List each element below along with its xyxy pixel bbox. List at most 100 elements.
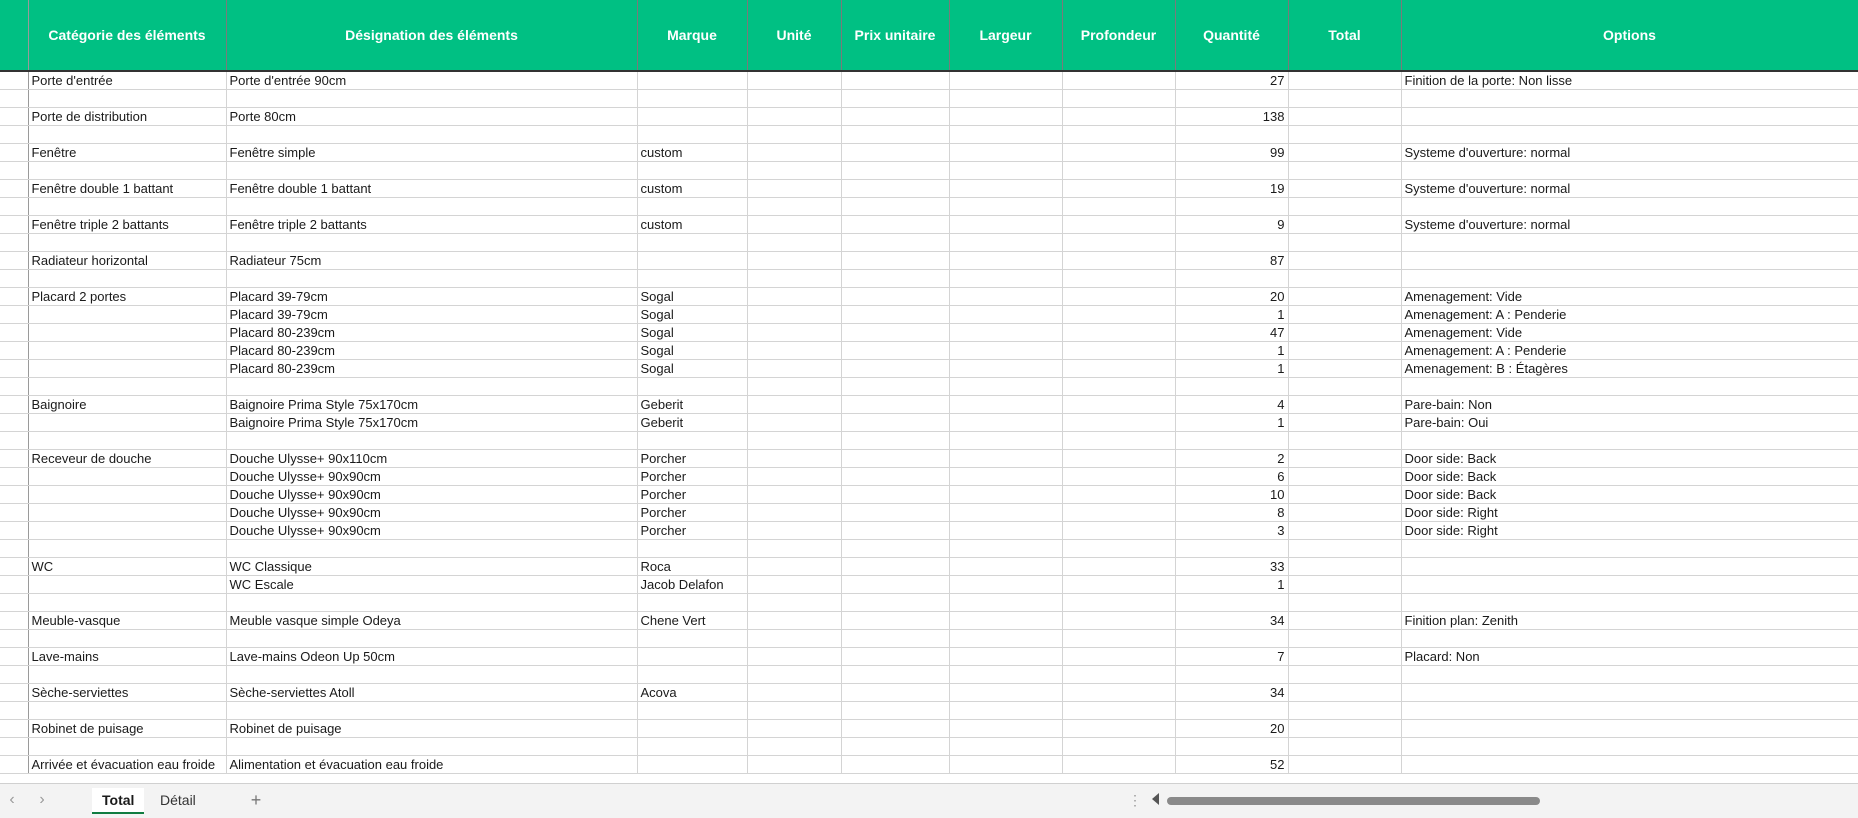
- cell-categorie[interactable]: [28, 233, 227, 252]
- row-header[interactable]: [0, 215, 29, 234]
- cell-categorie[interactable]: Arrivée et évacuation eau froide: [28, 755, 227, 774]
- cell-options[interactable]: Door side: Back: [1401, 449, 1858, 468]
- cell-largeur[interactable]: [949, 179, 1063, 198]
- header-options[interactable]: Options: [1401, 0, 1858, 72]
- cell-prix-unitaire[interactable]: [841, 485, 950, 504]
- cell-designation[interactable]: Placard 80-239cm: [226, 323, 638, 342]
- cell-total[interactable]: [1288, 179, 1402, 198]
- cell-options[interactable]: Amenagement: Vide: [1401, 323, 1858, 342]
- cell-profondeur[interactable]: [1062, 107, 1176, 126]
- cell-marque[interactable]: [637, 665, 748, 684]
- cell-marque[interactable]: Porcher: [637, 449, 748, 468]
- cell-profondeur[interactable]: [1062, 89, 1176, 108]
- cell-prix-unitaire[interactable]: [841, 71, 950, 90]
- cell-quantite[interactable]: 1: [1175, 341, 1289, 360]
- header-designation[interactable]: Désignation des éléments: [226, 0, 638, 72]
- cell-categorie[interactable]: [28, 341, 227, 360]
- cell-designation[interactable]: Baignoire Prima Style 75x170cm: [226, 395, 638, 414]
- header-largeur[interactable]: Largeur: [949, 0, 1063, 72]
- cell-quantite[interactable]: 1: [1175, 359, 1289, 378]
- cell-largeur[interactable]: [949, 557, 1063, 576]
- cell-prix-unitaire[interactable]: [841, 467, 950, 486]
- row-header[interactable]: [0, 179, 29, 198]
- tab-detail[interactable]: Détail: [150, 788, 206, 812]
- cell-categorie[interactable]: Robinet de puisage: [28, 719, 227, 738]
- cell-designation[interactable]: Porte 80cm: [226, 107, 638, 126]
- cell-categorie[interactable]: [28, 521, 227, 540]
- cell-quantite[interactable]: 20: [1175, 719, 1289, 738]
- cell-categorie[interactable]: [28, 413, 227, 432]
- cell-largeur[interactable]: [949, 125, 1063, 144]
- cell-categorie[interactable]: Lave-mains: [28, 647, 227, 666]
- cell-total[interactable]: [1288, 701, 1402, 720]
- cell-designation[interactable]: Douche Ulysse+ 90x90cm: [226, 521, 638, 540]
- cell-unite[interactable]: [747, 575, 842, 594]
- cell-prix-unitaire[interactable]: [841, 737, 950, 756]
- cell-unite[interactable]: [747, 305, 842, 324]
- cell-quantite[interactable]: 10: [1175, 485, 1289, 504]
- cell-designation[interactable]: Porte d'entrée 90cm: [226, 71, 638, 90]
- cell-marque[interactable]: [637, 161, 748, 180]
- cell-unite[interactable]: [747, 251, 842, 270]
- cell-options[interactable]: [1401, 251, 1858, 270]
- cell-designation[interactable]: Placard 39-79cm: [226, 287, 638, 306]
- cell-marque[interactable]: [637, 377, 748, 396]
- cell-prix-unitaire[interactable]: [841, 593, 950, 612]
- cell-options[interactable]: [1401, 125, 1858, 144]
- prev-sheet-arrow-icon[interactable]: ‹: [4, 792, 20, 808]
- cell-designation[interactable]: [226, 377, 638, 396]
- cell-marque[interactable]: Sogal: [637, 359, 748, 378]
- cell-quantite[interactable]: 34: [1175, 611, 1289, 630]
- cell-marque[interactable]: [637, 719, 748, 738]
- cell-quantite[interactable]: [1175, 269, 1289, 288]
- cell-unite[interactable]: [747, 341, 842, 360]
- cell-profondeur[interactable]: [1062, 215, 1176, 234]
- cell-designation[interactable]: [226, 161, 638, 180]
- cell-unite[interactable]: [747, 197, 842, 216]
- cell-prix-unitaire[interactable]: [841, 377, 950, 396]
- cell-designation[interactable]: Douche Ulysse+ 90x90cm: [226, 467, 638, 486]
- cell-unite[interactable]: [747, 593, 842, 612]
- cell-designation[interactable]: Placard 80-239cm: [226, 359, 638, 378]
- cell-categorie[interactable]: Baignoire: [28, 395, 227, 414]
- row-header[interactable]: [0, 125, 29, 144]
- cell-options[interactable]: Systeme d'ouverture: normal: [1401, 143, 1858, 162]
- row-header[interactable]: [0, 737, 29, 756]
- cell-profondeur[interactable]: [1062, 629, 1176, 648]
- cell-options[interactable]: [1401, 377, 1858, 396]
- cell-prix-unitaire[interactable]: [841, 125, 950, 144]
- cell-categorie[interactable]: [28, 485, 227, 504]
- cell-designation[interactable]: WC Classique: [226, 557, 638, 576]
- cell-unite[interactable]: [747, 503, 842, 522]
- cell-quantite[interactable]: 1: [1175, 413, 1289, 432]
- cell-profondeur[interactable]: [1062, 593, 1176, 612]
- cell-prix-unitaire[interactable]: [841, 647, 950, 666]
- cell-designation[interactable]: Fenêtre triple 2 battants: [226, 215, 638, 234]
- cell-profondeur[interactable]: [1062, 377, 1176, 396]
- cell-prix-unitaire[interactable]: [841, 107, 950, 126]
- cell-total[interactable]: [1288, 125, 1402, 144]
- cell-total[interactable]: [1288, 485, 1402, 504]
- cell-total[interactable]: [1288, 215, 1402, 234]
- cell-designation[interactable]: Alimentation et évacuation eau froide: [226, 755, 638, 774]
- cell-marque[interactable]: custom: [637, 143, 748, 162]
- cell-profondeur[interactable]: [1062, 449, 1176, 468]
- cell-quantite[interactable]: 3: [1175, 521, 1289, 540]
- cell-options[interactable]: Amenagement: Vide: [1401, 287, 1858, 306]
- cell-marque[interactable]: Acova: [637, 683, 748, 702]
- cell-largeur[interactable]: [949, 539, 1063, 558]
- cell-options[interactable]: Systeme d'ouverture: normal: [1401, 215, 1858, 234]
- cell-options[interactable]: Pare-bain: Non: [1401, 395, 1858, 414]
- corner-cell[interactable]: [0, 0, 29, 72]
- cell-prix-unitaire[interactable]: [841, 575, 950, 594]
- cell-unite[interactable]: [747, 107, 842, 126]
- cell-quantite[interactable]: [1175, 431, 1289, 450]
- header-total[interactable]: Total: [1288, 0, 1402, 72]
- cell-prix-unitaire[interactable]: [841, 755, 950, 774]
- cell-marque[interactable]: Sogal: [637, 287, 748, 306]
- cell-marque[interactable]: [637, 71, 748, 90]
- cell-total[interactable]: [1288, 251, 1402, 270]
- cell-largeur[interactable]: [949, 503, 1063, 522]
- row-header[interactable]: [0, 161, 29, 180]
- cell-marque[interactable]: Roca: [637, 557, 748, 576]
